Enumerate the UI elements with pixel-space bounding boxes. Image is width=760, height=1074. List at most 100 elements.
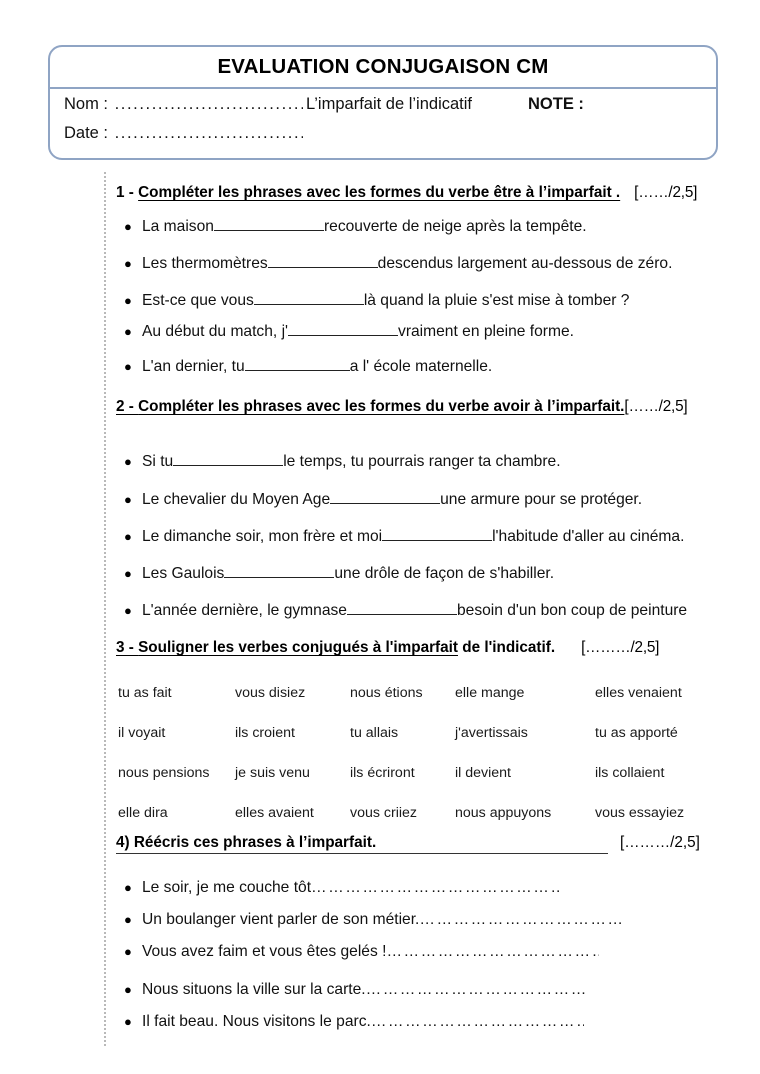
answer-blank[interactable] — [173, 453, 284, 466]
verb-item[interactable]: je suis venu — [235, 765, 350, 781]
bullet-icon: ● — [124, 529, 132, 544]
exercise-2-heading: 2 - Compléter les phrases avec les forme… — [116, 398, 688, 416]
list-item: ● L'an dernier, tu a l' école maternelle… — [124, 358, 492, 376]
answer-blank[interactable] — [244, 358, 350, 371]
exercise-1-title: Compléter les phrases avec les formes du… — [138, 184, 621, 201]
answer-dots[interactable]: ………………………………………………………… — [311, 879, 561, 897]
list-item: ● Un boulanger vient parler de son métie… — [124, 911, 624, 929]
list-item: ● La maison recouverte de neige après la… — [124, 218, 587, 236]
verb-selection-grid: tu as fait vous disiez nous étions elle … — [118, 673, 718, 833]
verb-item[interactable]: ils croient — [235, 725, 350, 741]
bullet-icon: ● — [124, 293, 132, 308]
sentence-before: Est-ce que vous — [142, 292, 254, 309]
list-item: ● Est-ce que vous là quand la pluie s'es… — [124, 292, 629, 310]
verb-item[interactable]: elle dira — [118, 805, 235, 821]
answer-blank[interactable] — [382, 528, 493, 541]
exercise-4-heading: 4) Réécris ces phrases à l’imparfait. — [116, 834, 376, 852]
answer-dots[interactable]: …………………………………………………… — [386, 943, 599, 961]
bullet-icon: ● — [124, 982, 132, 997]
answer-dots[interactable]: ………………………………………………… — [419, 911, 624, 929]
verb-item[interactable]: elles venaient — [595, 685, 715, 701]
list-item: ● Le chevalier du Moyen Age une armure p… — [124, 491, 642, 509]
bullet-icon: ● — [124, 566, 132, 581]
note-label: NOTE : — [528, 95, 584, 113]
sentence-after: une armure pour se protéger. — [440, 491, 643, 508]
date-label: Date : — [64, 124, 113, 142]
sentence-after: recouverte de neige après la tempête. — [323, 218, 587, 235]
sentence-text: Il fait beau. Nous visitons le parc. — [142, 1013, 371, 1030]
verb-item[interactable]: nous étions — [350, 685, 455, 701]
answer-blank[interactable] — [288, 323, 399, 336]
verb-item[interactable]: nous appuyons — [455, 805, 595, 821]
bullet-icon: ● — [124, 912, 132, 927]
left-margin-dotted-rule — [104, 172, 106, 1046]
sentence-before: L'an dernier, tu — [142, 358, 245, 375]
sentence-before: Les thermomètres — [142, 255, 268, 272]
verb-item[interactable]: vous criiez — [350, 805, 455, 821]
header-title-row: EVALUATION CONJUGAISON CM — [50, 47, 716, 89]
bullet-icon: ● — [124, 603, 132, 618]
answer-dots[interactable]: …………………………………………………… — [371, 1013, 584, 1031]
exercise-4-heading-rule — [116, 853, 608, 854]
name-input-dots[interactable]: ................................ — [115, 95, 303, 114]
exercise-3-score: [………/2,5] — [581, 639, 660, 656]
verb-item[interactable]: il voyait — [118, 725, 235, 741]
exercise-2-score: [……/2,5] — [624, 398, 688, 415]
answer-blank[interactable] — [346, 602, 457, 615]
verb-item[interactable]: tu allais — [350, 725, 455, 741]
answer-blank[interactable] — [253, 292, 364, 305]
sentence-text: Un boulanger vient parler de son métier. — [142, 911, 420, 928]
table-row: il voyait ils croient tu allais j'averti… — [118, 713, 718, 753]
sentence-after: vraiment en pleine forme. — [398, 323, 574, 340]
verb-item[interactable]: j'avertissais — [455, 725, 595, 741]
bullet-icon: ● — [124, 1014, 132, 1029]
list-item: ● Vous avez faim et vous êtes gelés ! ……… — [124, 943, 599, 961]
table-row: nous pensions je suis venu ils écriront … — [118, 753, 718, 793]
exercise-4-number: 4) — [116, 834, 134, 851]
sentence-after: une drôle de façon de s'habiller. — [334, 565, 555, 582]
verb-item[interactable]: tu as apporté — [595, 725, 715, 741]
answer-blank[interactable] — [213, 218, 324, 231]
header-identity-block: Nom : ................................ D… — [50, 89, 716, 158]
list-item: ● Le dimanche soir, mon frère et moi l'ha… — [124, 528, 684, 546]
answer-dots[interactable]: …………………………………………………… — [366, 981, 586, 999]
exercise-4-title: Réécris ces phrases à l’imparfait. — [133, 834, 377, 851]
verb-item[interactable]: ils écriront — [350, 765, 455, 781]
answer-blank[interactable] — [267, 255, 378, 268]
page-title: EVALUATION CONJUGAISON CM — [217, 55, 549, 78]
verb-item[interactable]: nous pensions — [118, 765, 235, 781]
sentence-before: L'année dernière, le gymnase — [142, 602, 347, 619]
verb-item[interactable]: tu as fait — [118, 685, 235, 701]
list-item: ● Les Gaulois une drôle de façon de s'ha… — [124, 565, 554, 583]
sentence-after: besoin d'un bon coup de peinture — [456, 602, 688, 619]
answer-blank[interactable] — [330, 491, 441, 504]
date-field-row: Date : ............................... — [64, 124, 716, 153]
exercise-2-title: Compléter les phrases avec les formes du… — [138, 398, 625, 415]
exercise-1-heading: 1 - Compléter les phrases avec les forme… — [116, 184, 697, 202]
verb-item[interactable]: elles avaient — [235, 805, 350, 821]
verb-item[interactable]: vous disiez — [235, 685, 350, 701]
list-item: ● L'année dernière, le gymnase besoin d'… — [124, 602, 687, 620]
bullet-icon: ● — [124, 944, 132, 959]
bullet-icon: ● — [124, 256, 132, 271]
date-input-dots[interactable]: ............................... — [115, 124, 303, 143]
list-item: ● Il fait beau. Nous visitons le parc. …… — [124, 1013, 584, 1031]
list-item: ● Le soir, je me couche tôt…………………………………… — [124, 879, 561, 897]
sentence-after: descendus largement au-dessous de zéro. — [377, 255, 673, 272]
verb-item[interactable]: vous essayiez — [595, 805, 715, 821]
sentence-before: Le chevalier du Moyen Age — [142, 491, 331, 508]
table-row: elle dira elles avaient vous criiez nous… — [118, 793, 718, 833]
table-row: tu as fait vous disiez nous étions elle … — [118, 673, 718, 713]
sentence-text: Le soir, je me couche tôt — [142, 879, 312, 896]
verb-item[interactable]: il devient — [455, 765, 595, 781]
sentence-before: Le dimanche soir, mon frère et moi — [142, 528, 383, 545]
verb-item[interactable]: ils collaient — [595, 765, 715, 781]
sentence-text: Nous situons la ville sur la carte. — [142, 981, 366, 998]
exercise-3-number: 3 - — [116, 639, 139, 656]
bullet-icon: ● — [124, 324, 132, 339]
verb-item[interactable]: elle mange — [455, 685, 595, 701]
name-label: Nom : — [64, 95, 113, 113]
answer-blank[interactable] — [224, 565, 335, 578]
exercise-3-heading: 3 - Souligner les verbes conjugués à l'i… — [116, 639, 659, 657]
list-item: ● Au début du match, j' vraiment en plei… — [124, 323, 574, 341]
